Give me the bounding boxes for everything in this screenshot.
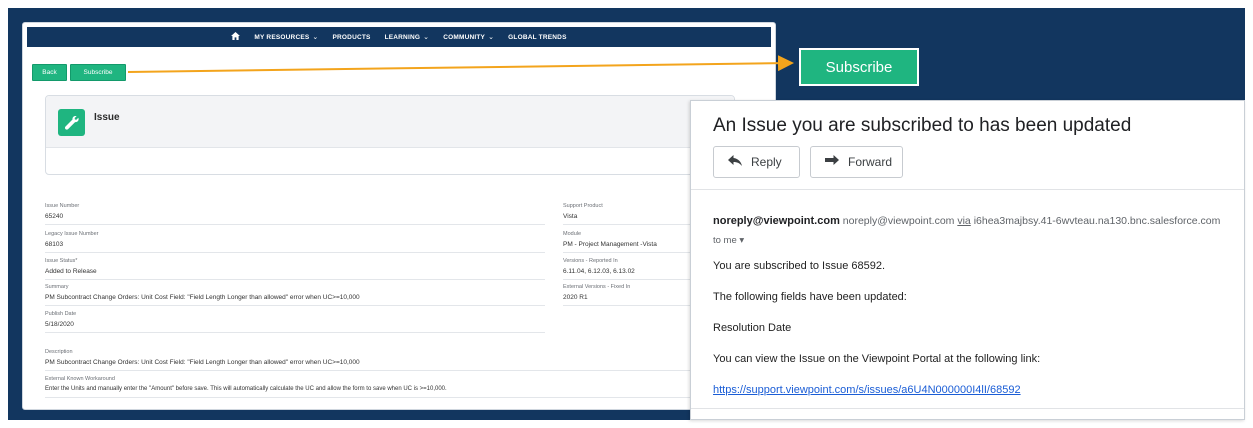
sender-line: noreply@viewpoint.com noreply@viewpoint.… (713, 215, 1220, 227)
recipients-toggle[interactable]: to me ▾ (713, 235, 744, 246)
email-body-line: The following fields have been updated: (713, 291, 907, 303)
forward-button[interactable]: Forward (810, 146, 903, 178)
forward-label: Forward (848, 155, 893, 169)
reply-label: Reply (751, 155, 782, 169)
via-link[interactable]: via (957, 215, 970, 227)
subscribe-callout-button[interactable]: Subscribe (799, 48, 919, 86)
issue-link[interactable]: https://support.viewpoint.com/s/issues/a… (713, 384, 1021, 396)
email-body-line: Resolution Date (713, 322, 792, 334)
caret-down-icon: ▾ (739, 235, 745, 246)
divider (691, 189, 1244, 190)
sender-email: noreply@viewpoint.com (842, 215, 955, 227)
reply-icon (728, 155, 742, 169)
via-domain: i6hea3majbsy.41-6wvteau.na130.bnc.salesf… (973, 215, 1221, 227)
divider (691, 408, 1244, 409)
stage: MY RESOURCES ⌄ PRODUCTS LEARNING ⌄ COMMUNI… (0, 0, 1253, 428)
email-body-line: You are subscribed to Issue 68592. (713, 260, 886, 272)
email-body-line: You can view the Issue on the Viewpoint … (713, 353, 1041, 365)
sender-name: noreply@viewpoint.com (713, 215, 840, 227)
email-panel: An Issue you are subscribed to has been … (690, 100, 1245, 420)
email-subject: An Issue you are subscribed to has been … (713, 115, 1132, 136)
reply-button[interactable]: Reply (713, 146, 800, 178)
forward-icon (825, 155, 839, 169)
